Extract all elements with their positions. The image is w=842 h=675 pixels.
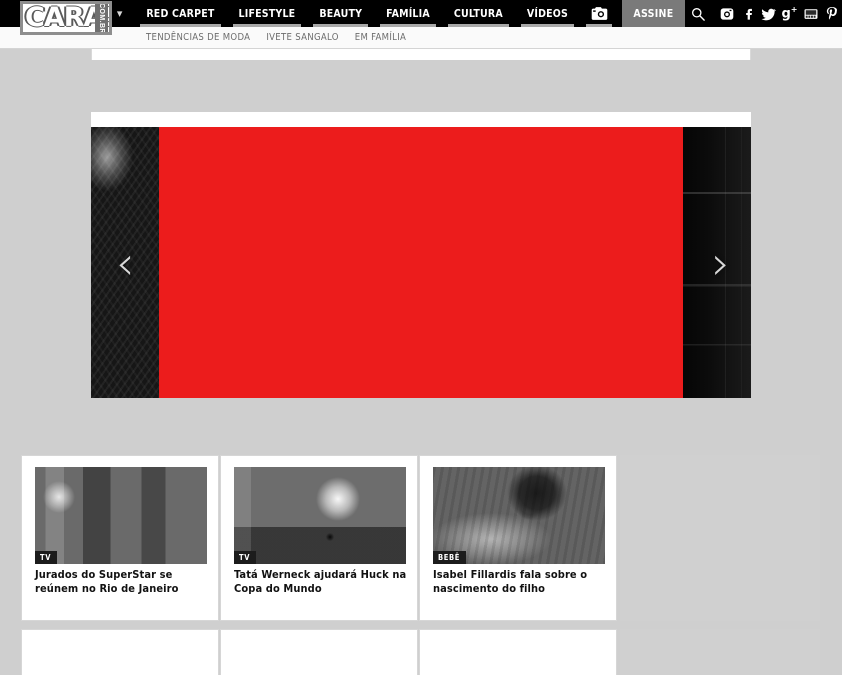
facebook-icon[interactable] — [737, 0, 758, 27]
google-plus-icon[interactable]: g+ — [779, 0, 800, 27]
nav-item-lifestyle[interactable]: LIFESTYLE — [227, 0, 308, 27]
social-links: g+ — [712, 0, 842, 27]
article-title[interactable]: Jurados do SuperStar se reúnem no Rio de… — [35, 568, 208, 596]
subnav-item-em-familia[interactable]: EM FAMÍLIA — [355, 32, 406, 43]
logo-domain-text: COM.BR — [98, 2, 106, 34]
instagram-icon[interactable] — [716, 0, 737, 27]
content-strip-top — [91, 49, 751, 60]
secondary-navigation: TENDÊNCIAS DE MODA IVETE SANGALO EM FAMÍ… — [0, 27, 842, 49]
article-thumbnail[interactable]: BEBÊ — [433, 467, 605, 564]
nav-item-cultura[interactable]: CULTURA — [442, 0, 515, 27]
article-card-grid: TV Jurados do SuperStar se reúnem no Rio… — [21, 455, 821, 627]
youtube-icon[interactable] — [800, 0, 821, 27]
carousel-next-arrow-icon[interactable]: › — [712, 240, 730, 286]
article-card[interactable] — [220, 629, 418, 675]
article-card[interactable]: BEBÊ Isabel Fillardis fala sobre o nasci… — [419, 455, 617, 621]
category-badge: TV — [35, 550, 58, 564]
article-card-grid-row-2 — [21, 629, 821, 675]
logo-domain-tab: COM.BR — [95, 4, 108, 32]
carousel-active-slide[interactable] — [159, 127, 683, 398]
category-badge: BEBÊ — [433, 550, 466, 564]
nav-item-red-carpet[interactable]: RED CARPET — [134, 0, 226, 27]
advertisement-placeholder — [620, 455, 820, 621]
chevron-down-icon[interactable]: ▾ — [109, 0, 130, 27]
thumbnail-image — [234, 467, 406, 564]
article-card[interactable]: TV Tatá Werneck ajudará Huck na Copa do … — [220, 455, 418, 621]
nav-item-videos[interactable]: VÍDEOS — [515, 0, 580, 27]
article-title[interactable]: Tatá Werneck ajudará Huck na Copa do Mun… — [234, 568, 407, 596]
article-card[interactable] — [21, 629, 219, 675]
article-title[interactable]: Isabel Fillardis fala sobre o nascimento… — [433, 568, 606, 596]
thumbnail-image — [433, 467, 605, 564]
category-badge: TV — [234, 550, 257, 564]
page-body: ‹ › TV Jurados do SuperStar se reúnem no… — [0, 49, 842, 675]
article-thumbnail[interactable]: TV — [234, 467, 406, 564]
twitter-icon[interactable] — [758, 0, 779, 27]
advertisement-placeholder — [620, 629, 820, 675]
site-header: CARAS COM.BR ▾ RED CARPET LIFESTYLE BEAU… — [0, 0, 842, 35]
thumbnail-image — [35, 467, 207, 564]
article-card[interactable]: TV Jurados do SuperStar se reúnem no Rio… — [21, 455, 219, 621]
subnav-item-ivete-sangalo[interactable]: IVETE SANGALO — [266, 32, 338, 43]
content-strip-hero-top — [91, 112, 751, 127]
nav-item-familia[interactable]: FAMÍLIA — [374, 0, 442, 27]
search-icon[interactable] — [685, 0, 712, 27]
camera-icon[interactable] — [580, 0, 618, 27]
article-thumbnail[interactable]: TV — [35, 467, 207, 564]
nav-item-beauty[interactable]: BEAUTY — [307, 0, 374, 27]
carousel-prev-arrow-icon[interactable]: ‹ — [116, 240, 134, 286]
subnav-item-tendencias-de-moda[interactable]: TENDÊNCIAS DE MODA — [146, 32, 250, 43]
logo-box[interactable]: CARAS COM.BR — [20, 1, 112, 35]
hero-carousel[interactable]: ‹ › — [91, 127, 751, 398]
primary-navigation: RED CARPET LIFESTYLE BEAUTY FAMÍLIA CULT… — [134, 0, 618, 27]
article-card[interactable] — [419, 629, 617, 675]
site-logo[interactable]: CARAS COM.BR — [0, 0, 112, 35]
subscribe-button[interactable]: ASSINE — [622, 0, 685, 27]
pinterest-icon[interactable] — [821, 0, 842, 27]
